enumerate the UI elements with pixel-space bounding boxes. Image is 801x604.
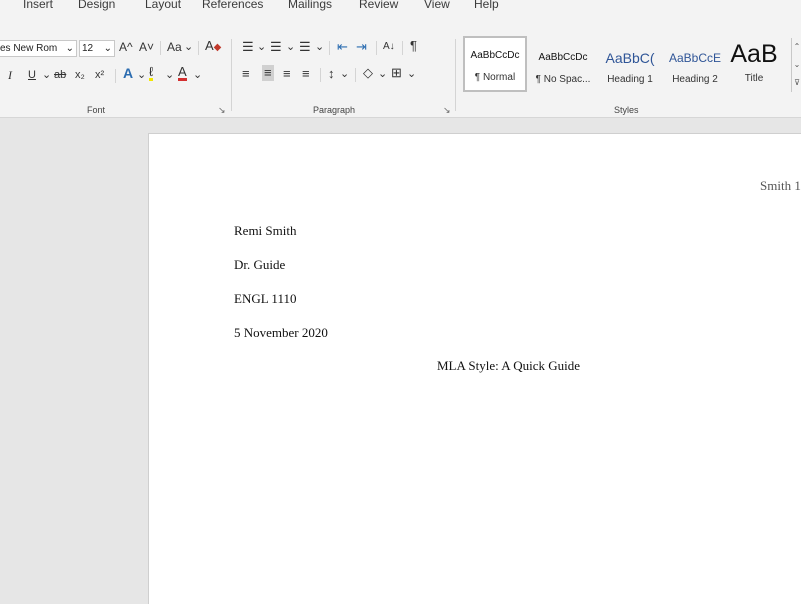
font-size-dropdown[interactable]: 12 ⌄ xyxy=(79,40,115,57)
style-label: Title xyxy=(744,73,764,84)
borders-icon[interactable]: ⊞ xyxy=(391,66,402,80)
shading-icon[interactable]: ◇ xyxy=(363,66,373,80)
style-heading-1[interactable]: AaBbC( Heading 1 xyxy=(598,38,662,94)
font-dialog-launcher-icon[interactable]: ↘ xyxy=(218,105,226,116)
chevron-down-icon[interactable]: ⌄ xyxy=(286,40,295,54)
grow-font-button[interactable]: A^ xyxy=(119,40,133,54)
chevron-down-icon[interactable]: ⌄ xyxy=(407,67,416,81)
document-page[interactable]: Smith 1 Remi Smith Dr. Guide ENGL 1110 5… xyxy=(148,133,801,604)
divider xyxy=(160,41,161,55)
tab-view[interactable]: View xyxy=(424,0,450,11)
chevron-down-icon[interactable]: ⌄ xyxy=(315,40,324,54)
shrink-font-button[interactable]: A˅ xyxy=(139,40,154,54)
justify-icon[interactable]: ≡ xyxy=(302,67,310,81)
increase-indent-icon[interactable]: ⇥ xyxy=(356,40,367,54)
numbering-icon[interactable]: ☰ xyxy=(270,40,282,54)
chevron-down-icon[interactable]: ⌄ xyxy=(378,67,387,81)
bullets-icon[interactable]: ☰ xyxy=(242,40,254,54)
chevron-down-icon[interactable]: ⌄ xyxy=(165,68,174,82)
style-preview: AaB xyxy=(730,40,778,68)
superscript-button[interactable]: x² xyxy=(95,68,104,82)
font-name-dropdown[interactable]: es New Rom ⌄ xyxy=(0,40,77,57)
style-label: ¶ Normal xyxy=(474,72,516,83)
chevron-down-icon[interactable]: ⌄ xyxy=(340,67,349,81)
chevron-down-icon: ⌄ xyxy=(65,43,74,54)
change-case-button[interactable]: Aa xyxy=(167,40,182,54)
style-label: Heading 2 xyxy=(672,74,718,85)
more-styles-icon[interactable]: ⊽ xyxy=(792,74,801,92)
chevron-down-icon[interactable]: ⌄ xyxy=(137,68,146,82)
chevron-down-icon[interactable]: ⌄ xyxy=(193,68,202,82)
chevron-down-icon[interactable]: ⌄ xyxy=(184,40,193,54)
document-title: MLA Style: A Quick Guide xyxy=(437,358,580,373)
page-header-text: Smith 1 xyxy=(760,178,801,193)
styles-group-label: Styles xyxy=(614,105,639,115)
chevron-down-icon[interactable]: ⌄ xyxy=(257,40,266,54)
align-left-icon[interactable]: ≡ xyxy=(242,67,250,81)
italic-button[interactable]: I xyxy=(8,68,12,82)
style-preview: AaBbCcDc xyxy=(538,52,588,63)
highlight-color-button[interactable]: ℓ xyxy=(149,65,154,81)
divider xyxy=(198,41,199,55)
divider xyxy=(355,68,356,82)
divider xyxy=(402,41,403,55)
tab-mailings[interactable]: Mailings xyxy=(288,0,332,11)
decrease-indent-icon[interactable]: ⇤ xyxy=(337,40,348,54)
subscript-button[interactable]: x₂ xyxy=(75,68,85,82)
chevron-down-icon[interactable]: ⌄ xyxy=(792,56,801,74)
style-normal[interactable]: AaBbCcDc ¶ Normal xyxy=(463,36,527,92)
chevron-up-icon[interactable]: ⌃ xyxy=(792,38,801,56)
group-divider xyxy=(455,39,456,111)
style-preview: AaBbC( xyxy=(605,50,655,66)
style-label: Heading 1 xyxy=(607,74,653,85)
multilevel-list-icon[interactable]: ☰ xyxy=(299,40,311,54)
chevron-down-icon: ⌄ xyxy=(103,43,112,54)
text-effects-button[interactable]: A xyxy=(123,66,133,80)
show-hide-button[interactable]: ¶ xyxy=(410,39,417,53)
paragraph-dialog-launcher-icon[interactable]: ↘ xyxy=(443,105,451,116)
font-group-label: Font xyxy=(87,105,106,115)
style-label: ¶ No Spac... xyxy=(535,74,591,85)
tab-references[interactable]: References xyxy=(202,0,263,11)
tab-insert[interactable]: Insert xyxy=(23,0,53,11)
divider xyxy=(329,41,330,55)
group-divider xyxy=(231,39,232,111)
date-line: 5 November 2020 xyxy=(234,325,328,340)
divider xyxy=(320,68,321,82)
style-no-spacing[interactable]: AaBbCcDc ¶ No Spac... xyxy=(531,38,595,94)
author-line: Remi Smith xyxy=(234,223,297,238)
clear-formatting-label: A xyxy=(205,38,214,53)
font-color-button[interactable]: A xyxy=(178,65,187,81)
chevron-down-icon[interactable]: ⌄ xyxy=(42,68,51,82)
ribbon: es New Rom ⌄ 12 ⌄ A^ A˅ Aa ⌄ A◆ I U ⌄ ab x… xyxy=(0,13,801,118)
strikethrough-button[interactable]: ab xyxy=(54,68,66,82)
style-preview: AaBbCcDc xyxy=(470,50,520,61)
tab-review[interactable]: Review xyxy=(359,0,398,11)
align-center-icon[interactable]: ≡ xyxy=(262,65,274,81)
tab-design[interactable]: Design xyxy=(78,0,115,11)
tab-help[interactable]: Help xyxy=(474,0,499,11)
clear-formatting-button[interactable]: A◆ xyxy=(205,39,221,55)
paragraph-group-label: Paragraph xyxy=(313,105,356,115)
font-name-value: es New Rom xyxy=(0,43,58,54)
line-spacing-icon[interactable]: ↕ xyxy=(328,67,335,81)
font-size-value: 12 xyxy=(82,43,94,54)
styles-gallery-scroll[interactable]: ⌃ ⌄ ⊽ xyxy=(791,38,801,92)
instructor-line: Dr. Guide xyxy=(234,257,286,272)
style-title[interactable]: AaB Title xyxy=(725,38,783,94)
eraser-icon: ◆ xyxy=(213,42,222,53)
style-preview: AaBbCcE xyxy=(668,51,722,65)
tab-layout[interactable]: Layout xyxy=(145,0,181,11)
ribbon-tabs: Insert Design Layout References Mailings… xyxy=(0,0,801,13)
divider xyxy=(376,41,377,55)
sort-button[interactable]: A↓ xyxy=(383,40,395,54)
align-right-icon[interactable]: ≡ xyxy=(283,67,291,81)
course-line: ENGL 1110 xyxy=(234,291,297,306)
style-heading-2[interactable]: AaBbCcE Heading 2 xyxy=(663,38,727,94)
underline-button[interactable]: U xyxy=(28,68,36,82)
divider xyxy=(115,69,116,83)
